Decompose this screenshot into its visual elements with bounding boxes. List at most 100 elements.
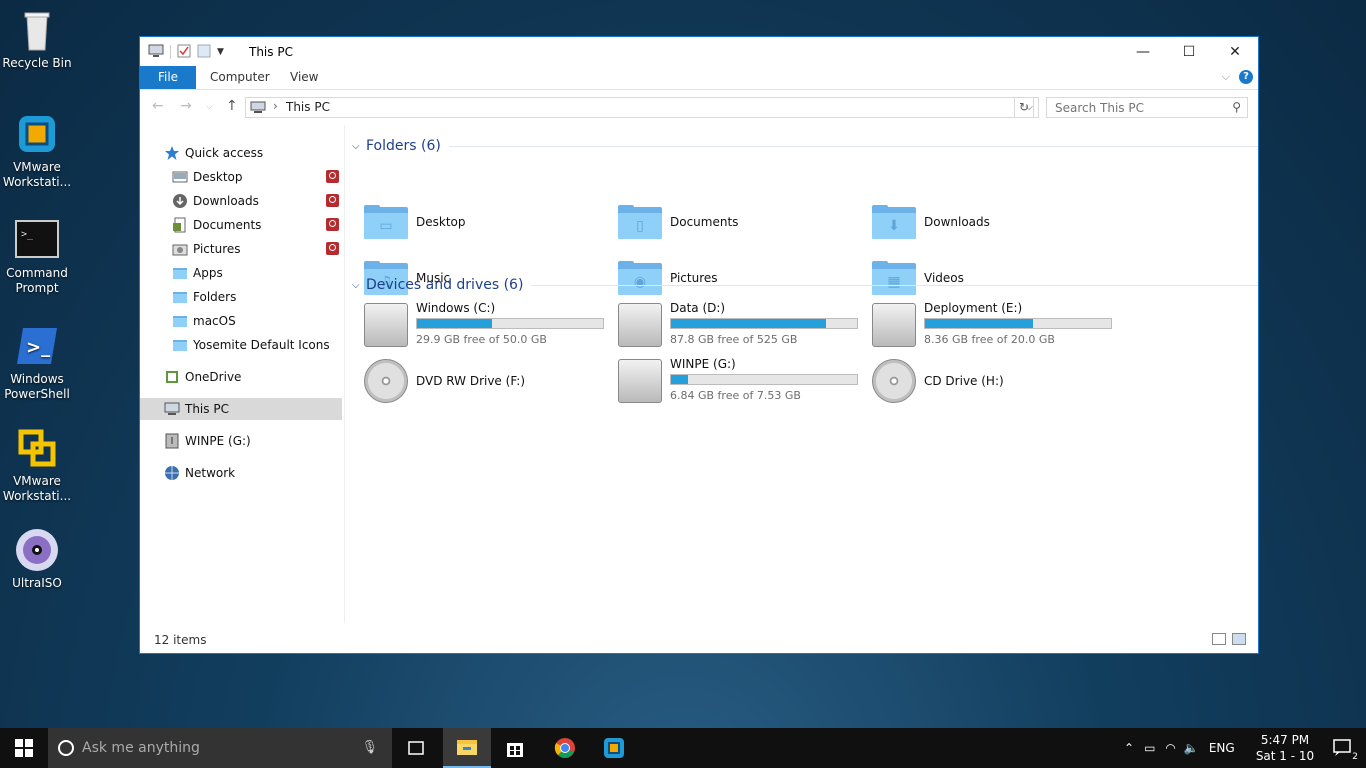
nav-quick-yosemite[interactable]: Yosemite Default Icons [140, 334, 374, 356]
nav-label: Documents [193, 218, 262, 232]
system-tray: ⌃ ▭ ◠ 🔈 ENG [1124, 728, 1235, 768]
maximize-button[interactable]: ☐ [1166, 37, 1212, 66]
nav-quick-desktop[interactable]: Desktop [140, 166, 374, 188]
drive-usage-bar [924, 318, 1112, 329]
folder-tile-documents[interactable]: ▯ Documents [618, 201, 738, 243]
svg-text:>_: >_ [26, 337, 50, 358]
pin-icon[interactable] [326, 170, 339, 183]
drive-tile-f[interactable]: DVD RW Drive (F:) [364, 357, 614, 407]
desktop-icon-recycle-bin[interactable]: Recycle Bin [0, 8, 74, 71]
navigation-pane: Quick access Desktop Downloads Documents… [140, 125, 345, 623]
start-button[interactable] [0, 728, 48, 768]
desktop-icon-vmware-1[interactable]: VMware Workstati... [0, 112, 74, 190]
task-view-button[interactable] [392, 728, 440, 768]
notification-icon [1333, 739, 1351, 756]
nav-quick-pictures[interactable]: Pictures [140, 238, 374, 260]
collapse-chevron-icon[interactable]: ⌵ [352, 280, 366, 291]
pin-icon[interactable] [326, 218, 339, 231]
address-bar[interactable]: › This PC ⌵ [245, 97, 1039, 118]
drive-usage-bar [416, 318, 604, 329]
nav-label: Network [185, 466, 236, 480]
drive-free-space: 6.84 GB free of 7.53 GB [670, 389, 801, 402]
downloads-folder-icon: ⬇ [872, 205, 916, 239]
large-icons-view-icon[interactable] [1232, 633, 1246, 645]
nav-quick-macos[interactable]: macOS [140, 310, 374, 332]
search-input[interactable] [1047, 98, 1225, 117]
battery-icon[interactable]: ▭ [1144, 741, 1155, 755]
folder-tile-downloads[interactable]: ⬇ Downloads [872, 201, 990, 243]
nav-quick-access[interactable]: Quick access [140, 142, 366, 164]
clock[interactable]: 5:47 PM Sat 1 - 10 [1250, 732, 1320, 764]
action-center-button[interactable]: 2 [1318, 728, 1366, 768]
cortana-search-box[interactable]: Ask me anything 🎙 [48, 728, 392, 768]
drive-usage-bar [670, 318, 858, 329]
details-view-icon[interactable] [1212, 633, 1226, 645]
breadcrumb-separator-icon[interactable]: › [273, 99, 278, 113]
drive-tile-e[interactable]: Deployment (E:) 8.36 GB free of 20.0 GB [872, 301, 1122, 351]
file-explorer-icon [457, 740, 477, 755]
drive-usage-fill [671, 319, 826, 328]
refresh-button[interactable]: ↻ [1014, 97, 1034, 118]
up-arrow-icon[interactable]: ↑ [226, 98, 238, 114]
nav-quick-documents[interactable]: Documents [140, 214, 374, 236]
folder-icon [172, 265, 188, 281]
desktop-icon-command-prompt[interactable]: >_ Command Prompt [0, 218, 74, 296]
wifi-icon[interactable]: ◠ [1165, 741, 1175, 755]
nav-network[interactable]: Network [140, 462, 366, 484]
nav-onedrive[interactable]: OneDrive [140, 366, 366, 388]
help-icon[interactable]: ? [1239, 70, 1253, 84]
collapse-chevron-icon[interactable]: ⌵ [352, 141, 366, 152]
clock-time: 5:47 PM [1260, 733, 1310, 747]
nav-quick-downloads[interactable]: Downloads [140, 190, 374, 212]
taskbar-store[interactable] [491, 728, 539, 768]
breadcrumb-this-pc[interactable]: This PC [286, 100, 330, 114]
tab-file[interactable]: File [140, 66, 196, 89]
pin-icon[interactable] [326, 194, 339, 207]
nav-quick-folders[interactable]: Folders [140, 286, 374, 308]
desktop-icon-label: Workstati... [2, 175, 72, 189]
search-box[interactable]: ⚲ [1046, 97, 1248, 118]
dvd-disc-icon [364, 359, 408, 403]
drive-tile-c[interactable]: Windows (C:) 29.9 GB free of 50.0 GB [364, 301, 614, 351]
volume-icon[interactable]: 🔈 [1184, 741, 1199, 755]
pin-icon[interactable] [326, 242, 339, 255]
group-title: Folders (6) [366, 138, 441, 154]
forward-arrow-icon[interactable]: → [180, 98, 192, 114]
close-button[interactable]: ✕ [1212, 37, 1258, 66]
folder-tile-desktop[interactable]: ▭ Desktop [364, 201, 466, 243]
group-divider [448, 145, 1258, 147]
drive-tile-h[interactable]: CD Drive (H:) [872, 357, 1122, 407]
folders-group-header[interactable]: ⌵ Folders (6) [352, 138, 1258, 154]
new-folder-icon[interactable] [197, 44, 211, 61]
taskbar-vmware[interactable] [590, 728, 638, 768]
back-arrow-icon[interactable]: ← [152, 98, 164, 114]
devices-group-header[interactable]: ⌵ Devices and drives (6) [352, 277, 1258, 293]
cortana-icon [58, 740, 74, 756]
vmware-icon [604, 738, 624, 758]
drive-tile-d[interactable]: Data (D:) 87.8 GB free of 525 GB [618, 301, 868, 351]
customize-toolbar-dropdown-icon[interactable]: ▼ [217, 47, 224, 57]
microphone-icon[interactable]: 🎙 [361, 740, 378, 755]
drive-usage-fill [417, 319, 492, 328]
nav-quick-apps[interactable]: Apps [140, 262, 374, 284]
taskbar-file-explorer[interactable] [443, 728, 491, 768]
nav-winpe[interactable]: WINPE (G:) [140, 430, 366, 452]
search-icon: ⚲ [1232, 100, 1241, 114]
taskbar-chrome[interactable] [541, 728, 589, 768]
expand-ribbon-icon[interactable]: ⌵ [1222, 70, 1230, 84]
tab-computer[interactable]: Computer [200, 66, 280, 89]
minimize-button[interactable]: — [1120, 37, 1166, 66]
language-indicator[interactable]: ENG [1209, 741, 1235, 755]
properties-icon[interactable] [177, 44, 191, 61]
recent-locations-dropdown-icon[interactable]: ⌵ [206, 102, 213, 112]
tab-view[interactable]: View [280, 66, 328, 89]
drive-tile-g[interactable]: WINPE (G:) 6.84 GB free of 7.53 GB [618, 357, 868, 407]
desktop-icon-vmware-2[interactable]: VMware Workstati... [0, 426, 74, 504]
desktop-icon-label: PowerShell [4, 387, 70, 401]
title-bar[interactable]: ▼ This PC — ☐ ✕ [140, 37, 1258, 66]
desktop-icon-ultraiso[interactable]: UltraISO [0, 528, 74, 591]
desktop-icon-label: VMware [13, 474, 61, 488]
desktop-icon-powershell[interactable]: >_ Windows PowerShell [0, 324, 74, 402]
show-hidden-icons-icon[interactable]: ⌃ [1124, 741, 1134, 755]
nav-this-pc[interactable]: This PC [140, 398, 342, 420]
